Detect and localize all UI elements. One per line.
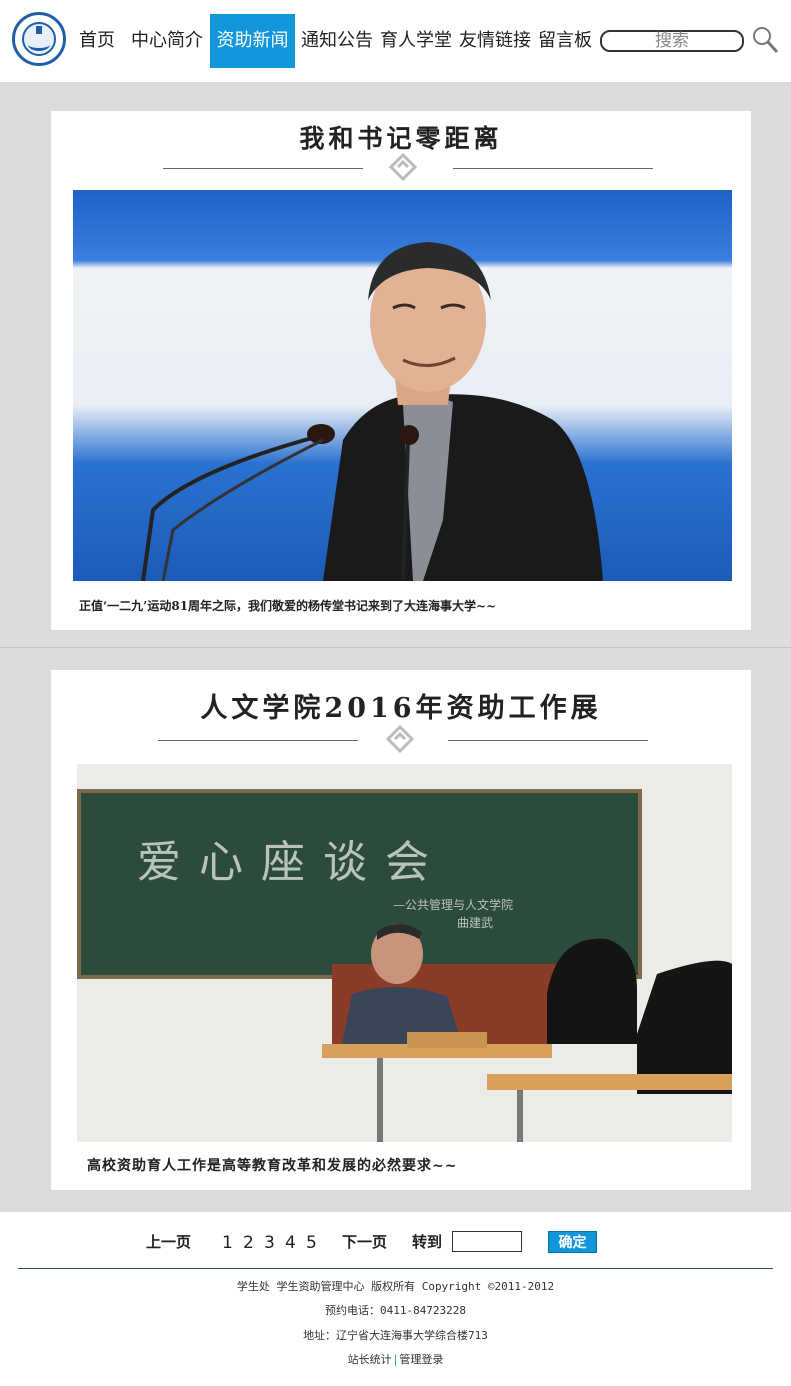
footer-links: 站长统计 | 管理登录	[0, 1351, 791, 1367]
article-photo[interactable]	[73, 190, 732, 581]
title-rule-left	[158, 740, 358, 741]
nav-home[interactable]: 首页	[72, 14, 122, 68]
nav-education-hall[interactable]: 育人学堂	[377, 14, 455, 68]
nav-center-intro[interactable]: 中心简介	[128, 14, 206, 68]
news-card[interactable]: 人文学院2016年资助工作展 爱心座谈会 —公共管理与人文学院 曲建武 高校资助…	[51, 670, 751, 1190]
chalkboard-heading: 爱心座谈会	[137, 837, 447, 888]
nav-friend-links[interactable]: 友情链接	[456, 14, 534, 68]
prev-page-link[interactable]: 上一页	[146, 1232, 191, 1252]
article-title[interactable]: 人文学院2016年资助工作展	[51, 686, 751, 725]
admin-login-link[interactable]: 管理登录	[399, 1353, 443, 1366]
nav-notices[interactable]: 通知公告	[298, 14, 376, 68]
footer-copyright: 学生处 学生资助管理中心 版权所有 Copyright ©2011-2012	[236, 1280, 555, 1293]
chalkboard-name: 曲建武	[457, 916, 494, 930]
article-title[interactable]: 我和书记零距离	[51, 119, 751, 155]
page-link-2[interactable]: 2	[243, 1232, 254, 1254]
section-divider	[0, 647, 791, 648]
title-rule-right	[453, 168, 653, 169]
university-logo[interactable]	[12, 12, 66, 66]
page-link-4[interactable]: 4	[285, 1232, 296, 1254]
search-icon[interactable]	[752, 26, 778, 54]
search-input[interactable]: 搜索	[600, 30, 744, 52]
page-link-3[interactable]: 3	[264, 1232, 275, 1254]
ornament-icon	[386, 725, 414, 753]
footer-address: 地址：辽宁省大连海事大学综合楼713	[303, 1329, 488, 1342]
article-photo[interactable]: 爱心座谈会 —公共管理与人文学院 曲建武	[77, 764, 732, 1142]
site-header: 首页 中心简介 资助新闻 通知公告 育人学堂 友情链接 留言板 搜索	[0, 0, 791, 82]
ornament-icon	[389, 153, 417, 181]
footer-phone: 预约电话：0411-84723228	[324, 1304, 467, 1317]
nav-message-board[interactable]: 留言板	[535, 14, 595, 68]
nav-funding-news[interactable]: 资助新闻	[210, 14, 295, 68]
title-rule-left	[163, 168, 363, 169]
footer-divider	[18, 1268, 773, 1269]
goto-label: 转到	[412, 1233, 443, 1251]
title-rule-right	[448, 740, 648, 741]
chalkboard-subtext: —公共管理与人文学院	[393, 898, 514, 912]
stats-link[interactable]: 站长统计	[348, 1353, 392, 1366]
page-link-1[interactable]: 1	[222, 1232, 233, 1254]
link-separator: |	[393, 1353, 398, 1366]
page-link-5[interactable]: 5	[306, 1232, 317, 1254]
news-card[interactable]: 我和书记零距离 正值‘一二九’运动81周年之际，我们敬爱的杨传堂书记来到了大连海…	[51, 111, 751, 630]
article-caption: 高校资助育人工作是高等教育改革和发展的必然要求~~	[87, 1158, 458, 1174]
next-page-link[interactable]: 下一页	[342, 1232, 387, 1252]
article-caption: 正值‘一二九’运动81周年之际，我们敬爱的杨传堂书记来到了大连海事大学~~	[79, 599, 497, 613]
confirm-button[interactable]: 确定	[548, 1231, 597, 1253]
goto-page-input[interactable]	[452, 1231, 522, 1252]
